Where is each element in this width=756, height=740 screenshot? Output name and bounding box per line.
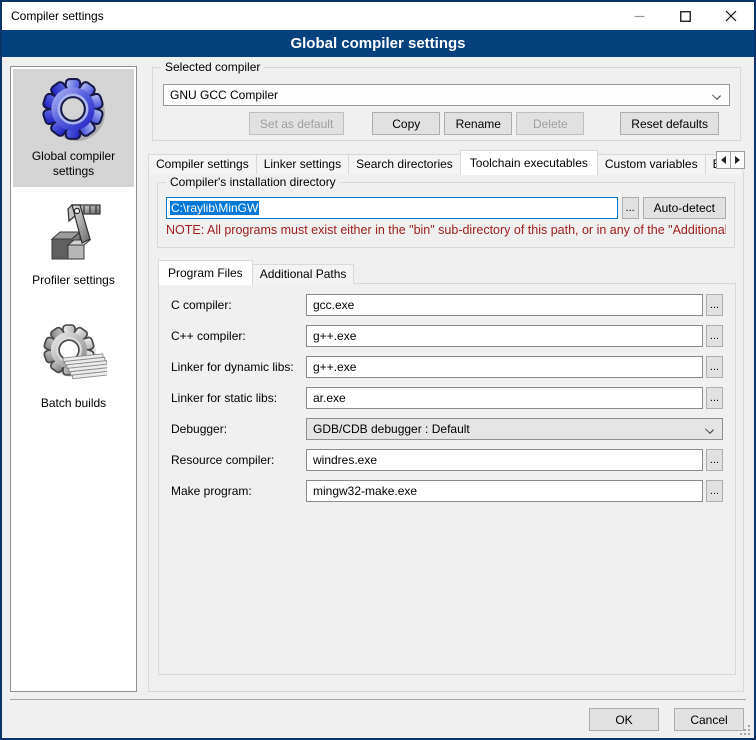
tab-compiler-settings[interactable]: Compiler settings xyxy=(148,154,257,174)
main-content: Selected compiler GNU GCC Compiler Set a… xyxy=(148,67,750,692)
tab-scroll-arrows xyxy=(717,151,745,169)
dynamic-linker-label: Linker for dynamic libs: xyxy=(171,360,306,374)
cpp-compiler-value: g++.exe xyxy=(313,329,356,343)
minimize-icon xyxy=(634,11,645,22)
tab-program-files[interactable]: Program Files xyxy=(158,260,253,285)
resource-compiler-input[interactable]: windres.exe xyxy=(306,449,703,471)
static-linker-value: ar.exe xyxy=(313,391,346,405)
settings-tab-strip: Compiler settings Linker settings Search… xyxy=(148,149,750,174)
footer-divider xyxy=(10,699,746,700)
resource-compiler-label: Resource compiler: xyxy=(171,453,306,467)
c-compiler-browse-button[interactable]: ... xyxy=(706,294,723,316)
make-program-value: mingw32-make.exe xyxy=(313,484,417,498)
arrow-right-icon xyxy=(735,156,740,164)
bin-subdirectory-note: NOTE: All programs must exist either in … xyxy=(166,223,726,237)
debugger-row: Debugger: GDB/CDB debugger : Default xyxy=(171,418,723,440)
window-title: Compiler settings xyxy=(2,9,104,23)
program-files-panel: C compiler: gcc.exe ... C++ compiler: g+… xyxy=(158,283,736,675)
resource-compiler-row: Resource compiler: windres.exe ... xyxy=(171,449,723,471)
installation-directory-input[interactable]: C:\raylib\MinGW xyxy=(166,197,618,219)
c-compiler-label: C compiler: xyxy=(171,298,306,312)
tab-custom-variables[interactable]: Custom variables xyxy=(597,154,706,174)
resource-compiler-value: windres.exe xyxy=(313,453,377,467)
compiler-select-value: GNU GCC Compiler xyxy=(170,88,278,102)
footer-buttons: OK Cancel xyxy=(574,708,744,731)
copy-button[interactable]: Copy xyxy=(372,112,440,135)
c-compiler-input[interactable]: gcc.exe xyxy=(306,294,703,316)
maximize-icon xyxy=(680,11,691,22)
sidebar-item-label: Batch builds xyxy=(15,396,132,411)
tab-search-directories[interactable]: Search directories xyxy=(348,154,461,174)
cpp-compiler-browse-button[interactable]: ... xyxy=(706,325,723,347)
compiler-buttons-row: Set as default Copy Rename Delete Reset … xyxy=(163,112,730,135)
arrow-left-icon xyxy=(721,156,726,164)
sidebar-item-global-compiler-settings[interactable]: Global compiler settings xyxy=(13,69,134,187)
cpp-compiler-label: C++ compiler: xyxy=(171,329,306,343)
title-bar: Compiler settings xyxy=(2,2,754,30)
window-controls xyxy=(616,2,754,30)
sidebar-item-label: Global compiler settings xyxy=(15,149,132,179)
resource-compiler-browse-button[interactable]: ... xyxy=(706,449,723,471)
installation-directory-value: C:\raylib\MinGW xyxy=(170,201,259,215)
installation-directory-browse-button[interactable]: ... xyxy=(622,197,639,219)
close-icon xyxy=(725,10,737,22)
chevron-down-icon xyxy=(712,91,721,100)
dynamic-linker-value: g++.exe xyxy=(313,360,356,374)
global-compiler-settings-gear-icon xyxy=(15,75,132,145)
debugger-label: Debugger: xyxy=(171,422,306,436)
sidebar-item-label: Profiler settings xyxy=(15,273,132,288)
profiler-caliper-icon xyxy=(15,199,132,269)
compiler-settings-dialog: Compiler settings Global compiler settin… xyxy=(0,0,756,740)
tab-scroll-right-button[interactable] xyxy=(730,151,745,169)
static-linker-input[interactable]: ar.exe xyxy=(306,387,703,409)
tab-scroll-left-button[interactable] xyxy=(716,151,731,169)
tab-additional-paths[interactable]: Additional Paths xyxy=(252,264,355,284)
dynamic-linker-row: Linker for dynamic libs: g++.exe ... xyxy=(171,356,723,378)
program-files-tab-strip: Program Files Additional Paths xyxy=(158,259,735,284)
page-title: Global compiler settings xyxy=(2,30,754,57)
ok-button[interactable]: OK xyxy=(589,708,659,731)
debugger-select[interactable]: GDB/CDB debugger : Default xyxy=(306,418,723,440)
settings-category-list: Global compiler settings xyxy=(10,66,137,692)
static-linker-row: Linker for static libs: ar.exe ... xyxy=(171,387,723,409)
installation-directory-group-label: Compiler's installation directory xyxy=(166,175,340,189)
make-program-browse-button[interactable]: ... xyxy=(706,480,723,502)
cancel-button[interactable]: Cancel xyxy=(674,708,744,731)
make-program-row: Make program: mingw32-make.exe ... xyxy=(171,480,723,502)
toolchain-executables-panel: Compiler's installation directory C:\ray… xyxy=(148,173,744,692)
tab-linker-settings[interactable]: Linker settings xyxy=(256,154,349,174)
debugger-value: GDB/CDB debugger : Default xyxy=(313,422,470,436)
c-compiler-row: C compiler: gcc.exe ... xyxy=(171,294,723,316)
selected-compiler-group-label: Selected compiler xyxy=(161,60,264,74)
rename-button[interactable]: Rename xyxy=(444,112,512,135)
minimize-button[interactable] xyxy=(616,2,662,30)
sidebar-item-profiler-settings[interactable]: Profiler settings xyxy=(13,193,134,296)
batch-builds-gear-stack-icon xyxy=(15,322,132,392)
dynamic-linker-input[interactable]: g++.exe xyxy=(306,356,703,378)
cpp-compiler-row: C++ compiler: g++.exe ... xyxy=(171,325,723,347)
dynamic-linker-browse-button[interactable]: ... xyxy=(706,356,723,378)
selected-compiler-group: Selected compiler GNU GCC Compiler Set a… xyxy=(152,67,741,141)
make-program-input[interactable]: mingw32-make.exe xyxy=(306,480,703,502)
installation-directory-row: C:\raylib\MinGW ... Auto-detect xyxy=(166,197,726,219)
static-linker-label: Linker for static libs: xyxy=(171,391,306,405)
resize-grip[interactable] xyxy=(740,725,751,736)
maximize-button[interactable] xyxy=(662,2,708,30)
cpp-compiler-input[interactable]: g++.exe xyxy=(306,325,703,347)
compiler-select[interactable]: GNU GCC Compiler xyxy=(163,84,730,106)
reset-defaults-button[interactable]: Reset defaults xyxy=(620,112,719,135)
set-as-default-button[interactable]: Set as default xyxy=(249,112,344,135)
close-button[interactable] xyxy=(708,2,754,30)
static-linker-browse-button[interactable]: ... xyxy=(706,387,723,409)
sidebar-item-batch-builds[interactable]: Batch builds xyxy=(13,316,134,419)
make-program-label: Make program: xyxy=(171,484,306,498)
auto-detect-button[interactable]: Auto-detect xyxy=(643,197,726,219)
delete-button[interactable]: Delete xyxy=(516,112,584,135)
dialog-body: Global compiler settings xyxy=(2,57,754,738)
c-compiler-value: gcc.exe xyxy=(313,298,354,312)
tab-toolchain-executables[interactable]: Toolchain executables xyxy=(460,150,598,175)
installation-directory-group: Compiler's installation directory C:\ray… xyxy=(157,182,735,248)
chevron-down-icon xyxy=(705,425,714,434)
